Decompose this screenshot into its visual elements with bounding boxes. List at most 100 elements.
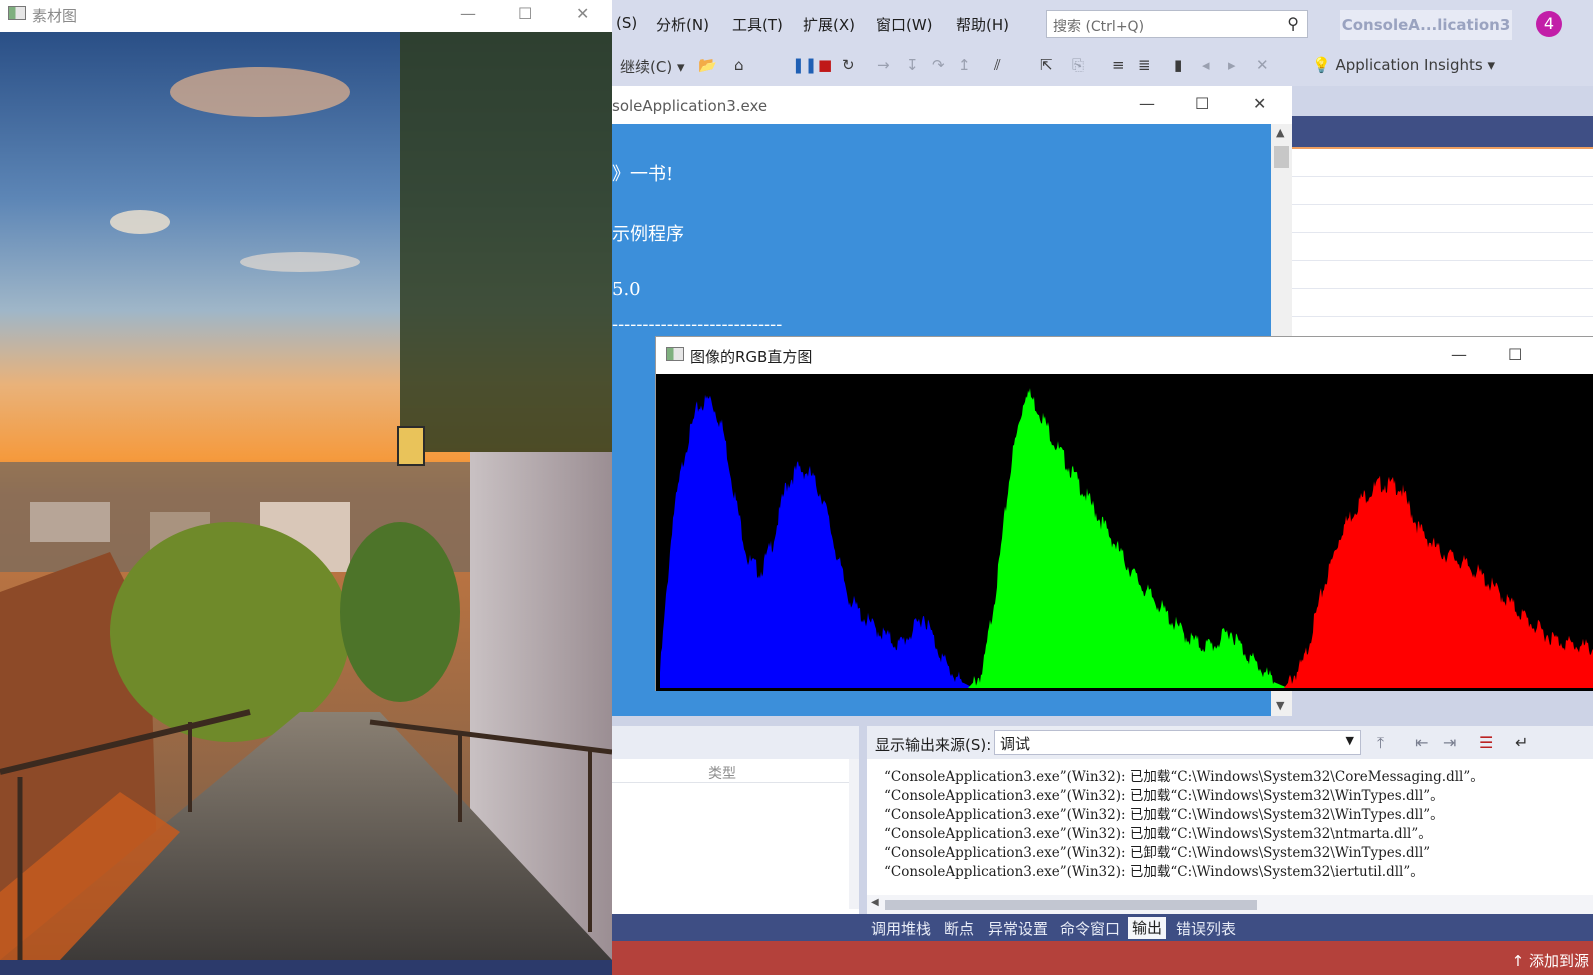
source-image-title: 素材图 xyxy=(32,7,78,25)
scroll-thumb[interactable] xyxy=(1274,146,1289,168)
source-photo xyxy=(0,32,612,960)
tab-output[interactable]: 输出 xyxy=(1128,917,1167,939)
bottom-tool-tabs: 调用堆栈 断点 异常设置 命令窗口 输出 错误列表 xyxy=(612,914,1593,941)
outdent-icon[interactable]: ≣ xyxy=(1138,56,1151,74)
prev-bookmark-icon[interactable]: ◂ xyxy=(1202,56,1210,74)
output-line: “ConsoleApplication3.exe”(Win32): 已卸载“C:… xyxy=(884,845,1431,860)
next-bookmark-icon[interactable]: ▸ xyxy=(1228,56,1236,74)
continue-button[interactable]: 继续(C) ▾ xyxy=(620,56,685,77)
arrow-up-icon: ↑ xyxy=(1511,952,1525,970)
scroll-left-icon[interactable]: ◀ xyxy=(871,897,879,908)
tab-breakpoints[interactable]: 断点 xyxy=(944,918,974,939)
output-line: “ConsoleApplication3.exe”(Win32): 已加载“C:… xyxy=(884,864,1424,879)
app-icon xyxy=(666,347,684,361)
console-line: 》一书! xyxy=(612,164,674,185)
tab-error-list[interactable]: 错误列表 xyxy=(1176,918,1236,939)
clear-all-icon[interactable]: ☰ xyxy=(1479,733,1493,752)
status-bar: ↑ 添加到源 xyxy=(612,941,1593,975)
search-placeholder: 搜索 (Ctrl+Q) xyxy=(1053,19,1145,35)
tab-call-stack[interactable]: 调用堆栈 xyxy=(871,918,931,939)
output-line: “ConsoleApplication3.exe”(Win32): 已加载“C:… xyxy=(884,788,1444,803)
output-source-select[interactable]: 调试 ▼ xyxy=(994,730,1361,755)
output-line: “ConsoleApplication3.exe”(Win32): 已加载“C:… xyxy=(884,807,1444,822)
minimize-icon[interactable]: — xyxy=(460,4,476,23)
locals-panel: 类型 xyxy=(612,726,859,914)
output-panel: 显示输出来源(S): 调试 ▼ ⤒ ⇤ ⇥ ☰ ↵ “ConsoleApplic… xyxy=(867,726,1593,914)
locals-scrollbar[interactable] xyxy=(849,759,859,909)
source-image-window[interactable]: 素材图 — ☐ ✕ xyxy=(0,0,612,960)
histogram-title: 图像的RGB直方图 xyxy=(690,348,813,366)
console-line: 5.0 xyxy=(612,279,641,300)
column-type-header[interactable]: 类型 xyxy=(708,763,736,783)
add-to-source-button[interactable]: ↑ 添加到源 xyxy=(1512,950,1589,971)
histogram-canvas xyxy=(656,374,1593,691)
notification-badge[interactable]: 4 xyxy=(1536,11,1562,37)
indent-icon[interactable]: ≡ xyxy=(1112,56,1125,74)
bookmark-icon[interactable]: ▮ xyxy=(1174,56,1182,74)
console-titlebar[interactable]: soleApplication3.exe — ☐ ✕ xyxy=(612,86,1292,124)
step-over-icon[interactable]: ↷ xyxy=(932,56,945,74)
app-icon xyxy=(8,6,26,20)
add-to-source-label: 添加到源 xyxy=(1528,952,1589,970)
solution-title: ConsoleA...lication3 xyxy=(1340,10,1512,40)
source-image-titlebar[interactable]: 素材图 — ☐ ✕ xyxy=(0,0,612,32)
scroll-thumb[interactable] xyxy=(885,900,1257,910)
folder-icon[interactable]: 📂 xyxy=(698,56,717,74)
cursor-icon[interactable]: ⇱ xyxy=(1040,56,1053,74)
close-icon[interactable]: ✕ xyxy=(1253,94,1266,113)
search-box[interactable]: 搜索 (Ctrl+Q) ⚲ xyxy=(1046,10,1308,38)
menu-item-help[interactable]: 帮助(H) xyxy=(956,14,1009,35)
maximize-icon[interactable]: ☐ xyxy=(1195,94,1209,113)
find-message-icon[interactable]: ⤒ xyxy=(1377,733,1384,753)
tab-exception-settings[interactable]: 异常设置 xyxy=(988,918,1048,939)
menu-item-window[interactable]: 窗口(W) xyxy=(876,14,933,35)
maximize-icon[interactable]: ☐ xyxy=(518,4,532,23)
output-source-value: 调试 xyxy=(1000,735,1031,753)
hex-display-icon[interactable]: ⫽ xyxy=(994,56,1001,74)
code-editor[interactable] xyxy=(1291,147,1593,337)
scroll-up-icon[interactable]: ▲ xyxy=(1276,126,1284,139)
show-next-statement-icon[interactable]: → xyxy=(877,56,890,74)
menu-item-tools[interactable]: 工具(T) xyxy=(732,14,783,35)
prev-message-icon[interactable]: ⇤ xyxy=(1415,733,1428,752)
output-toolbar: 显示输出来源(S): 调试 ▼ ⤒ ⇤ ⇥ ☰ ↵ xyxy=(867,726,1593,759)
stop-icon[interactable]: ■ xyxy=(818,56,832,74)
taskbar-strip xyxy=(0,960,612,975)
maximize-icon[interactable]: ☐ xyxy=(1508,345,1522,364)
tab-command-window[interactable]: 命令窗口 xyxy=(1060,918,1120,939)
step-into-icon[interactable]: ↧ xyxy=(906,56,919,74)
output-line: “ConsoleApplication3.exe”(Win32): 已加载“C:… xyxy=(884,826,1432,841)
search-icon: ⚲ xyxy=(1287,14,1299,33)
output-source-label: 显示输出来源(S): xyxy=(875,736,992,754)
menu-item-extensions[interactable]: 扩展(X) xyxy=(803,14,855,35)
locals-panel-header xyxy=(612,726,859,759)
pause-icon[interactable]: ❚❚ xyxy=(792,56,817,74)
clear-bookmark-icon[interactable]: ✕ xyxy=(1256,56,1269,74)
restart-icon[interactable]: ↻ xyxy=(842,56,855,74)
step-out-icon[interactable]: ↥ xyxy=(958,56,971,74)
copy-icon[interactable]: ⎘ xyxy=(1072,56,1084,74)
word-wrap-icon[interactable]: ↵ xyxy=(1515,733,1528,752)
menu-item-analyze[interactable]: 分析(N) xyxy=(656,14,709,35)
output-hscrollbar[interactable]: ◀ xyxy=(867,895,1593,914)
chevron-down-icon: ▼ xyxy=(1345,734,1354,747)
next-message-icon[interactable]: ⇥ xyxy=(1443,733,1456,752)
console-line: ---------------------------- xyxy=(612,314,783,335)
lightbulb-icon: 💡 xyxy=(1312,56,1331,74)
editor-header-band xyxy=(1291,116,1593,147)
scroll-down-icon[interactable]: ▼ xyxy=(1276,699,1284,712)
console-line: 示例程序 xyxy=(612,224,684,245)
output-text[interactable]: “ConsoleApplication3.exe”(Win32): 已加载“C:… xyxy=(867,759,1593,895)
minimize-icon[interactable]: — xyxy=(1451,345,1467,364)
menu-item-debug[interactable]: (S) xyxy=(616,14,637,32)
minimize-icon[interactable]: — xyxy=(1139,94,1155,113)
app-insights-label: Application Insights xyxy=(1335,56,1483,74)
close-icon[interactable]: ✕ xyxy=(576,4,589,23)
app-insights-button[interactable]: 💡 Application Insights ▾ xyxy=(1312,56,1495,74)
vs-toolbar: 继续(C) ▾ 📂 ⌂ ❚❚ ■ ↻ → ↧ ↷ ↥ ⫽ ⇱ ⎘ ≡ ≣ ▮ ◂… xyxy=(612,46,1593,86)
console-title: soleApplication3.exe xyxy=(612,97,768,115)
histogram-titlebar[interactable]: 图像的RGB直方图 — ☐ xyxy=(656,337,1593,374)
home-icon[interactable]: ⌂ xyxy=(734,56,744,74)
histogram-window[interactable]: 图像的RGB直方图 — ☐ xyxy=(655,336,1593,691)
output-line: “ConsoleApplication3.exe”(Win32): 已加载“C:… xyxy=(884,769,1484,784)
